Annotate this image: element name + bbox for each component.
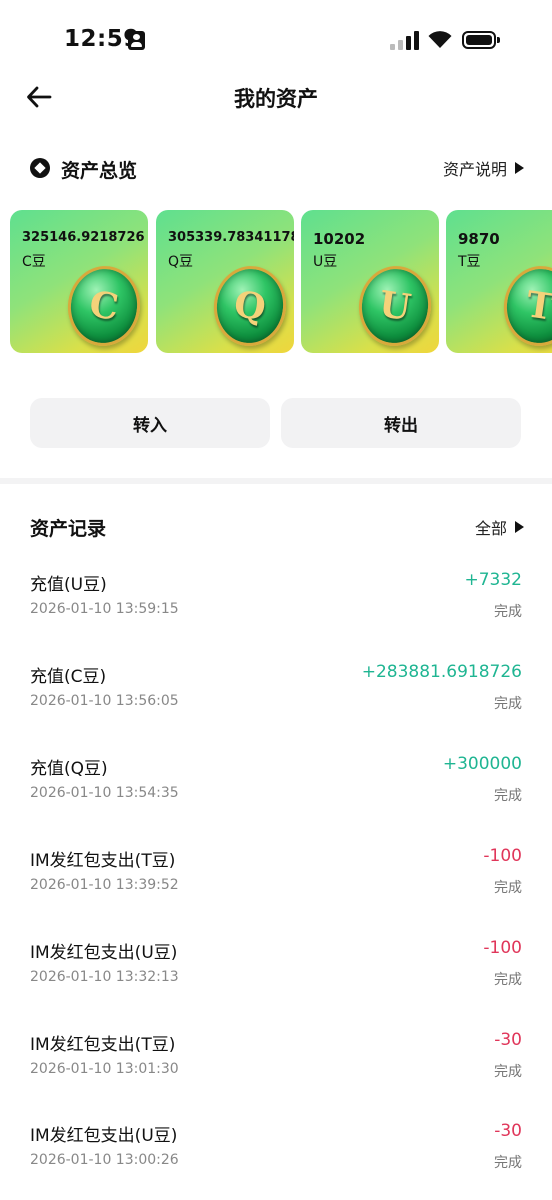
record-amount: -100 — [483, 846, 522, 866]
record-status: 完成 — [494, 972, 522, 988]
asset-card-q[interactable]: 305339.78341178 Q豆 Q — [156, 210, 294, 353]
asset-records-title: 资产记录 — [30, 518, 107, 540]
record-item[interactable]: IM发红包支出(T豆) 2026-01-10 13:39:52 -100 完成 — [30, 846, 522, 916]
record-status: 完成 — [494, 1064, 522, 1080]
record-title: 充值(U豆) — [30, 575, 107, 595]
record-amount: -30 — [494, 1030, 522, 1050]
overview-diamond-icon — [30, 158, 50, 178]
records-filter-dropdown[interactable]: 全部 — [475, 515, 524, 539]
record-status: 完成 — [494, 788, 522, 804]
record-time: 2026-01-10 13:39:52 — [30, 877, 179, 893]
section-divider — [0, 478, 552, 484]
record-title: IM发红包支出(T豆) — [30, 851, 176, 871]
page-title: 我的资产 — [234, 87, 318, 111]
record-time: 2026-01-10 13:32:13 — [30, 969, 179, 985]
record-item[interactable]: 充值(C豆) 2026-01-10 13:56:05 +283881.69187… — [30, 662, 522, 732]
record-title: IM发红包支出(U豆) — [30, 1126, 178, 1146]
record-status: 完成 — [494, 604, 522, 620]
wifi-icon — [428, 31, 452, 48]
record-title: 充值(Q豆) — [30, 759, 108, 779]
asset-overview-header: 资产总览 资产说明 — [30, 150, 524, 186]
t-coin-icon: T — [498, 261, 552, 351]
record-status: 完成 — [494, 880, 522, 896]
transfer-out-button[interactable]: 转出 — [281, 398, 521, 448]
transfer-in-button[interactable]: 转入 — [30, 398, 270, 448]
record-title: IM发红包支出(T豆) — [30, 1035, 176, 1055]
record-item[interactable]: IM发红包支出(U豆) 2026-01-10 13:32:13 -100 完成 — [30, 938, 522, 1008]
record-status: 完成 — [494, 1155, 522, 1171]
triangle-right-icon — [515, 162, 524, 174]
asset-records-header: 资产记录 全部 — [30, 510, 524, 542]
triangle-right-icon — [515, 521, 524, 533]
status-bar: 12:59 — [0, 0, 552, 80]
record-title: IM发红包支出(U豆) — [30, 943, 178, 963]
c-coin-icon: C — [62, 261, 146, 351]
battery-icon — [462, 31, 500, 49]
record-item[interactable]: 充值(U豆) 2026-01-10 13:59:15 +7332 完成 — [30, 570, 522, 640]
asset-card-u[interactable]: 10202 U豆 U — [301, 210, 439, 353]
record-time: 2026-01-10 13:00:26 — [30, 1152, 179, 1168]
records-filter-label: 全部 — [474, 519, 507, 538]
card-unit: T豆 — [458, 254, 481, 270]
record-item[interactable]: IM发红包支出(U豆) 2026-01-10 13:00:26 -30 完成 — [30, 1121, 522, 1191]
card-unit: U豆 — [313, 254, 338, 270]
record-title: 充值(C豆) — [30, 667, 107, 687]
record-amount: +283881.6918726 — [361, 662, 522, 682]
card-amount: 10202 — [313, 230, 366, 248]
u-coin-icon: U — [353, 261, 437, 351]
nav-bar: 我的资产 — [0, 70, 552, 126]
record-time: 2026-01-10 13:56:05 — [30, 693, 179, 709]
asset-card-c[interactable]: 325146.9218726 C豆 C — [10, 210, 148, 353]
asset-cards-scroller[interactable]: 325146.9218726 C豆 C 305339.78341178 Q豆 Q… — [10, 210, 552, 354]
card-amount: 305339.78341178 — [168, 230, 294, 245]
asset-explanation-label: 资产说明 — [442, 160, 507, 179]
record-item[interactable]: IM发红包支出(T豆) 2026-01-10 13:01:30 -30 完成 — [30, 1030, 522, 1100]
asset-explanation-link[interactable]: 资产说明 — [443, 156, 524, 180]
card-unit: C豆 — [22, 254, 46, 270]
record-status: 完成 — [494, 696, 522, 712]
record-time: 2026-01-10 13:59:15 — [30, 601, 179, 617]
card-unit: Q豆 — [168, 254, 194, 270]
cellular-signal-icon — [390, 30, 420, 50]
card-amount: 9870 — [458, 230, 500, 248]
asset-overview-title: 资产总览 — [61, 160, 138, 182]
q-coin-icon: Q — [208, 261, 292, 351]
record-time: 2026-01-10 13:54:35 — [30, 785, 179, 801]
record-amount: -100 — [483, 938, 522, 958]
card-amount: 325146.9218726 — [22, 230, 145, 245]
record-amount: +7332 — [464, 570, 522, 590]
record-time: 2026-01-10 13:01:30 — [30, 1061, 179, 1077]
record-amount: +300000 — [442, 754, 522, 774]
record-item[interactable]: 充值(Q豆) 2026-01-10 13:54:35 +300000 完成 — [30, 754, 522, 824]
contact-card-icon — [128, 31, 145, 50]
record-amount: -30 — [494, 1121, 522, 1141]
asset-card-t[interactable]: 9870 T豆 T — [446, 210, 552, 353]
